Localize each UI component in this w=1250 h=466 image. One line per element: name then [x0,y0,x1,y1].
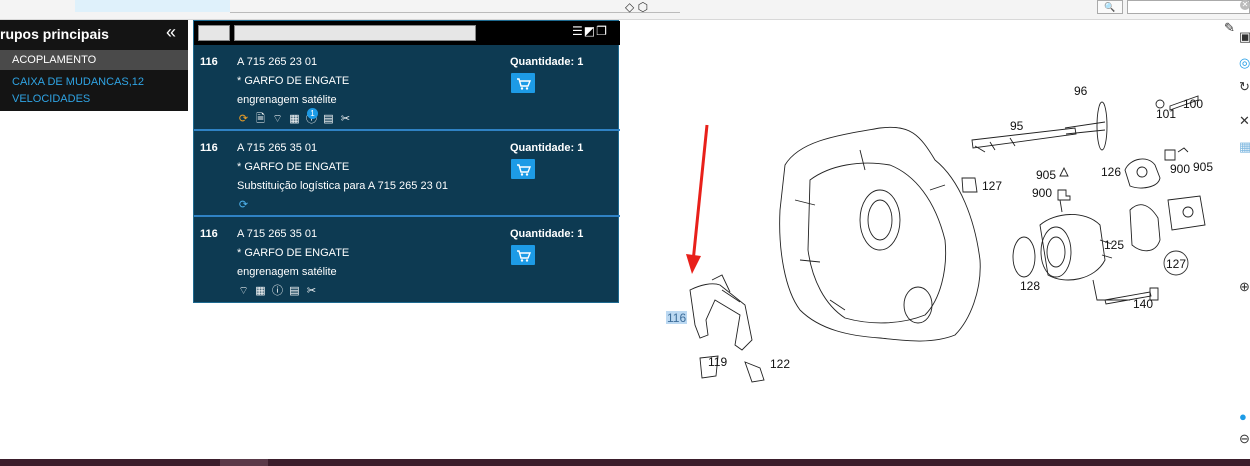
callout-label[interactable]: 127 [982,179,1002,193]
callout-label[interactable]: 900 [1170,162,1190,176]
refresh-icon[interactable]: ⟳ [237,199,250,212]
callout-label[interactable]: 900 [1032,186,1052,200]
callout-label[interactable]: 127 [1166,257,1186,271]
part-filter-field[interactable] [234,25,476,41]
clear-search-icon[interactable]: ✕ [1240,0,1250,10]
callout-label[interactable]: 96 [1074,84,1088,98]
quantity-label: Quantidade: 1 [510,56,584,68]
zoom-slider-handle[interactable]: ● [1239,410,1250,424]
wifi-icon[interactable]: ⌔ [237,285,250,298]
cart-icon [517,164,532,176]
close-icon[interactable]: ✕ [1239,114,1250,128]
callout-label[interactable]: 95 [1010,119,1024,133]
rotate-icon[interactable]: ↻ [1239,80,1250,94]
callout-label-highlighted[interactable]: 116 [667,311,686,325]
part-number[interactable]: A 715 265 35 01 [237,142,317,154]
right-toolbar: ▣ ◎ ↻ ✕ ▦ ⊕ ● ⊖ [1239,28,1250,458]
add-to-cart-button[interactable] [511,245,535,265]
search-input[interactable] [1127,0,1250,14]
image-icon[interactable]: ▣ [1239,30,1250,44]
position-number: 116 [200,142,218,154]
shield-icon[interactable]: ◇ ⬡ [625,0,648,14]
arrow-head [686,254,701,274]
pointer-arrow [691,124,709,263]
part-info: engrenagem satélite [237,266,337,278]
top-toolbar: ◇ ⬡ 🔍 ✕ [0,0,1250,20]
panel-title: rupos principais [0,26,109,42]
notification-badge: 1 [307,108,318,119]
taskbar [0,459,1250,466]
zoom-in-icon[interactable]: ⊕ [1239,280,1250,294]
part-info: Substituição logística para A 715 265 23… [237,180,448,192]
tab-divider [230,12,680,13]
part-number[interactable]: A 715 265 23 01 [237,56,317,68]
callout-label[interactable]: 119 [708,355,727,369]
callout-label[interactable]: 126 [1101,165,1121,179]
position-filter-field[interactable] [198,25,230,41]
part-row[interactable]: 116 A 715 265 23 01 * GARFO DE ENGATE en… [194,45,620,131]
part-row[interactable]: 116 A 715 265 35 01 * GARFO DE ENGATE en… [194,217,620,303]
edit-icon[interactable]: ✎ [1224,20,1235,36]
position-number: 116 [200,228,218,240]
wifi-icon[interactable]: ⌔ [271,113,284,126]
quantity-label: Quantidade: 1 [510,228,584,240]
tools-icon[interactable]: ✂ [305,285,318,298]
add-to-cart-button[interactable] [511,159,535,179]
quantity-label: Quantidade: 1 [510,142,584,154]
add-to-cart-button[interactable] [511,73,535,93]
callout-label[interactable]: 125 [1104,238,1124,252]
active-tab[interactable] [75,0,230,12]
part-row[interactable]: 116 A 715 265 35 01 * GARFO DE ENGATE Su… [194,131,620,217]
refresh-icon[interactable]: ⟳ [237,113,250,126]
parts-list-panel: ☰◩❐ 116 A 715 265 23 01 * GARFO DE ENGAT… [193,20,620,303]
group-item-acoplamento[interactable]: ACOPLAMENTO [0,50,188,70]
callout-label[interactable]: 140 [1133,297,1153,311]
main-groups-panel: rupos principais « ACOPLAMENTO CAIXA DE … [0,20,188,111]
zoom-out-icon[interactable]: ⊖ [1239,432,1250,446]
table-icon[interactable]: ▦ [288,113,301,126]
cart-icon [517,78,532,90]
part-description: * GARFO DE ENGATE [237,75,350,87]
part-description: * GARFO DE ENGATE [237,161,350,173]
info-icon[interactable]: ⓘ [271,285,284,298]
exploded-parts-diagram: 96 95 100 101 127 905 900 126 900 905 12… [666,84,1213,383]
callout-label[interactable]: 128 [1020,279,1040,293]
group-item-caixa-de-mudancas[interactable]: CAIXA DE MUDANCAS,12 VELOCIDADES [12,74,182,108]
part-number[interactable]: A 715 265 35 01 [237,228,317,240]
tools-icon[interactable]: ✂ [339,113,352,126]
table-icon[interactable]: ▦ [254,285,267,298]
part-action-icons: ⟳ [237,197,250,213]
file-icon[interactable]: ▤ [322,113,335,126]
part-action-icons: ⟳ 🗎 1 ⌔ ▦ ⓘ ▤ ✂ [237,108,352,127]
view-options-icons[interactable]: ☰◩❐ [572,24,608,38]
callout-label[interactable]: 100 [1183,97,1203,111]
callout-label[interactable]: 905 [1193,160,1213,174]
cart-icon [517,250,532,262]
part-description: * GARFO DE ENGATE [237,247,350,259]
part-action-icons: ⌔ ▦ ⓘ ▤ ✂ [237,283,318,299]
parts-list-header: ☰◩❐ [194,21,620,45]
position-number: 116 [200,56,218,68]
callout-label[interactable]: 122 [770,357,790,371]
layers-icon[interactable]: ▦ [1239,140,1250,154]
taskbar-item[interactable] [220,459,268,466]
target-icon[interactable]: ◎ [1239,56,1250,70]
callout-label[interactable]: 101 [1156,107,1176,121]
callout-label[interactable]: 905 [1036,168,1056,182]
search-button[interactable]: 🔍 [1097,0,1123,14]
file-icon[interactable]: ▤ [288,285,301,298]
part-info: engrenagem satélite [237,94,337,106]
document-icon[interactable]: 🗎 [254,113,267,126]
double-chevron-left-icon[interactable]: « [166,22,176,43]
